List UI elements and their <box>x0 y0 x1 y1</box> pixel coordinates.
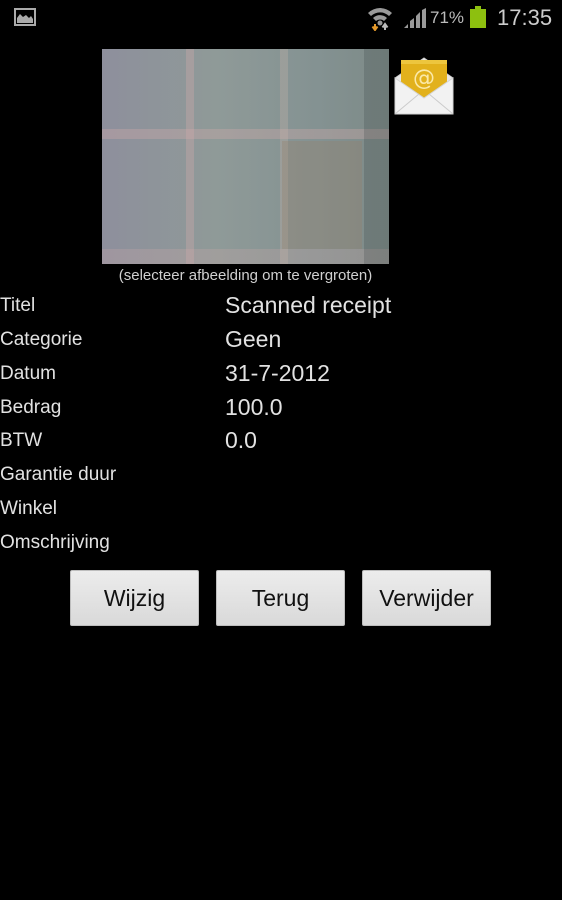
field-value-datum: 31-7-2012 <box>225 360 330 386</box>
battery-percent: 71% <box>430 8 465 27</box>
wifi-icon <box>367 5 393 36</box>
field-label-datum: Datum <box>0 363 56 384</box>
field-label-btw: BTW <box>0 430 43 451</box>
email-icon: @ <box>394 57 454 115</box>
field-value-categorie: Geen <box>225 326 282 352</box>
field-value-btw: 0.0 <box>225 427 257 453</box>
delete-button[interactable]: Verwijder <box>362 570 491 626</box>
receipt-image[interactable] <box>102 49 389 264</box>
field-label-garantie-duur: Garantie duur <box>0 464 117 485</box>
field-value-bedrag: 100.0 <box>225 394 283 420</box>
edit-button[interactable]: Wijzig <box>70 570 199 626</box>
cell-signal-icon <box>404 8 428 33</box>
battery-icon <box>470 6 486 28</box>
clock: 17:35 <box>497 5 553 30</box>
field-label-titel: Titel <box>0 295 36 316</box>
status-bar: 71% 17:35 <box>0 0 562 36</box>
field-label-bedrag: Bedrag <box>0 397 62 418</box>
field-label-omschrijving: Omschrijving <box>0 532 110 553</box>
gallery-notification-icon <box>14 8 36 26</box>
field-label-categorie: Categorie <box>0 329 83 350</box>
field-value-titel: Scanned receipt <box>225 292 392 318</box>
field-label-winkel: Winkel <box>0 498 58 519</box>
back-button[interactable]: Terug <box>216 570 345 626</box>
email-button[interactable]: @ <box>393 54 455 116</box>
image-caption: (selecteer afbeelding om te vergroten) <box>118 267 373 284</box>
svg-text:@: @ <box>413 66 435 91</box>
